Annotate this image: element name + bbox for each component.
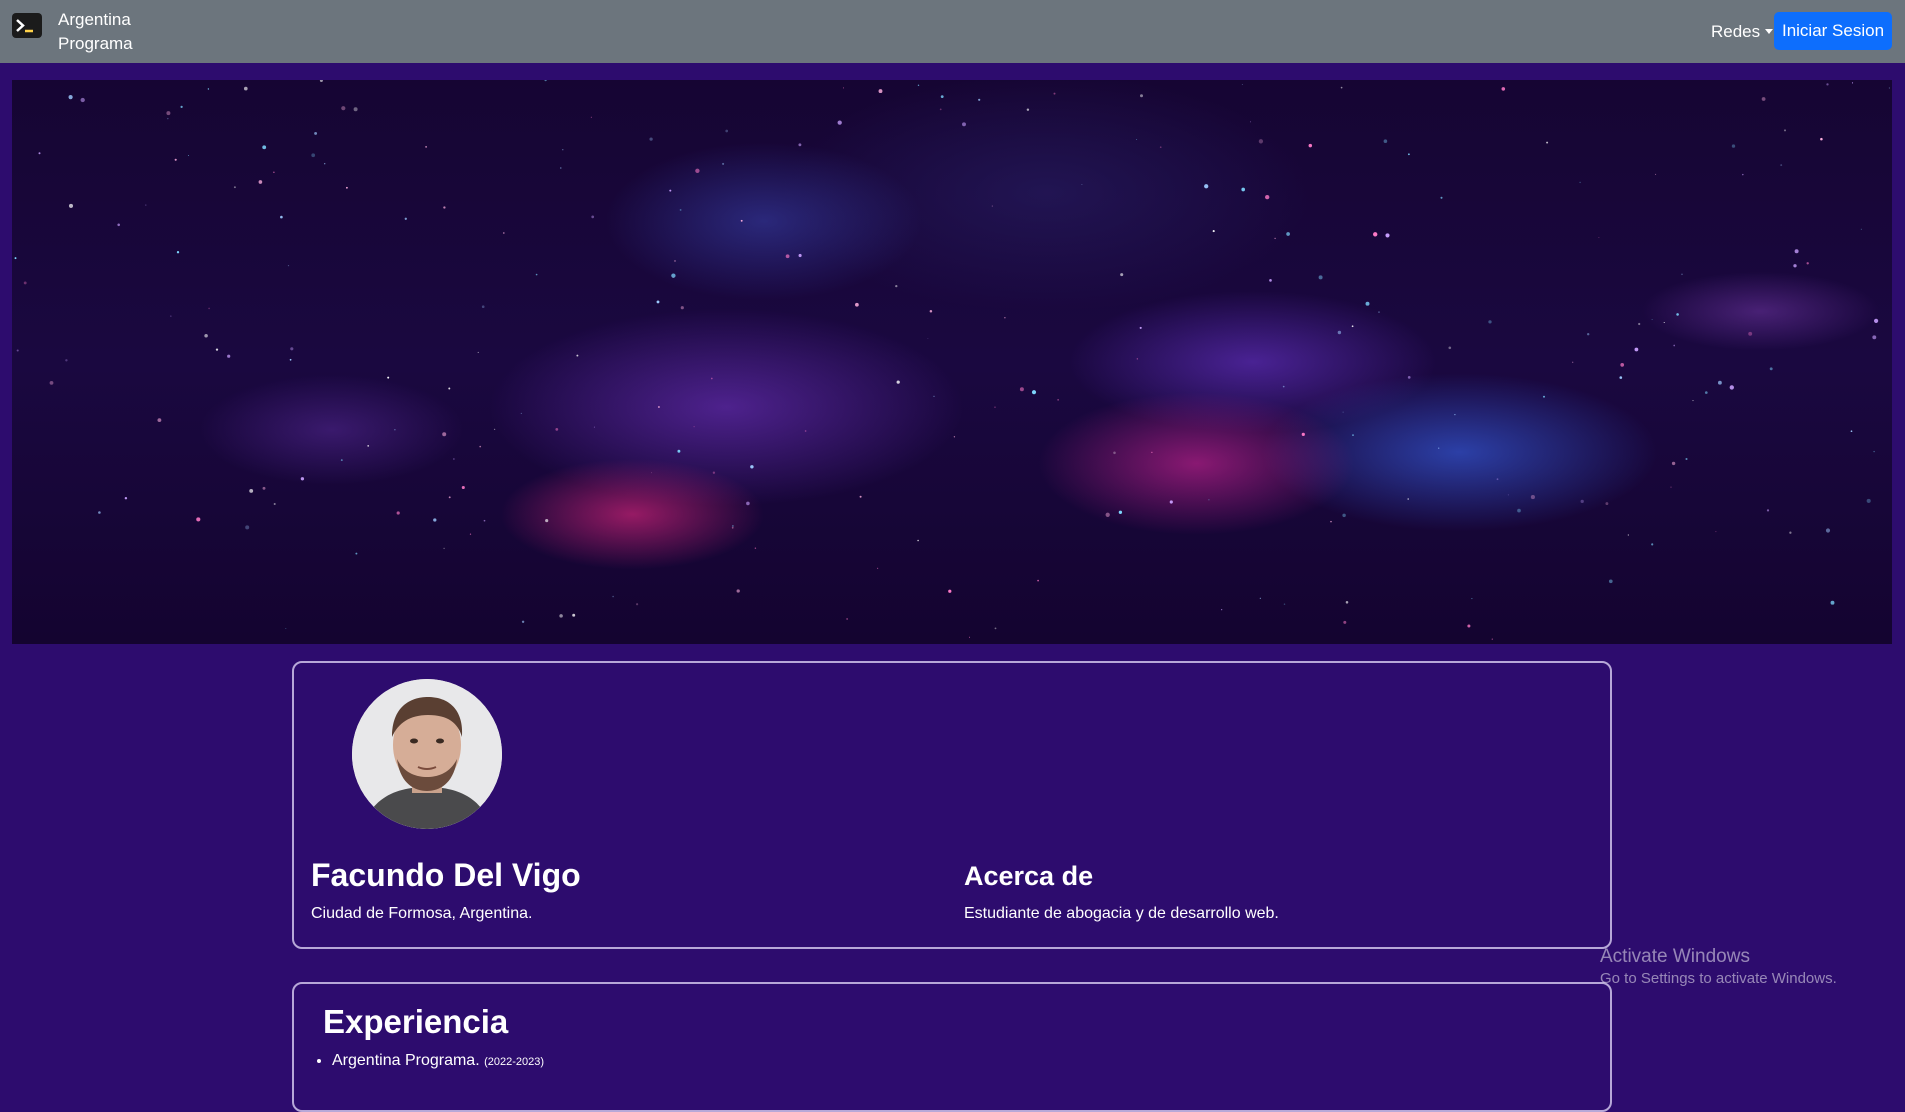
watermark-title: Activate Windows <box>1600 946 1750 967</box>
experience-years: (2022-2023) <box>484 1056 545 1068</box>
login-button[interactable]: Iniciar Sesion <box>1774 12 1892 50</box>
experience-name: Argentina Programa. <box>332 1052 480 1069</box>
watermark-subtitle: Go to Settings to activate Windows. <box>1600 970 1837 987</box>
avatar <box>352 679 502 829</box>
caret-down-icon <box>1765 29 1774 34</box>
brand-name[interactable]: Argentina Programa <box>58 8 178 56</box>
navbar: Argentina Programa Redes Iniciar Sesion <box>0 0 1905 63</box>
experience-card: Experiencia Argentina Programa. (2022-20… <box>292 982 1612 1112</box>
hero-banner <box>12 80 1892 644</box>
experience-title: Experiencia <box>323 1003 509 1040</box>
profile-name: Facundo Del Vigo <box>311 857 581 893</box>
redes-dropdown[interactable]: Redes <box>1711 20 1774 44</box>
profile-location: Ciudad de Formosa, Argentina. <box>311 905 533 922</box>
profile-card: Facundo Del Vigo Ciudad de Formosa, Arge… <box>292 661 1612 949</box>
terminal-icon[interactable] <box>12 13 42 38</box>
about-text: Estudiante de abogacia y de desarrollo w… <box>964 905 1279 922</box>
windows-watermark: Activate Windows Go to Settings to activ… <box>1600 945 1837 989</box>
experience-list: Argentina Programa. (2022-2023) <box>314 1049 544 1074</box>
nebula-stars <box>14 80 1890 640</box>
about-title: Acerca de <box>964 861 1094 891</box>
redes-label: Redes <box>1711 22 1761 41</box>
list-item: Argentina Programa. (2022-2023) <box>332 1049 544 1074</box>
